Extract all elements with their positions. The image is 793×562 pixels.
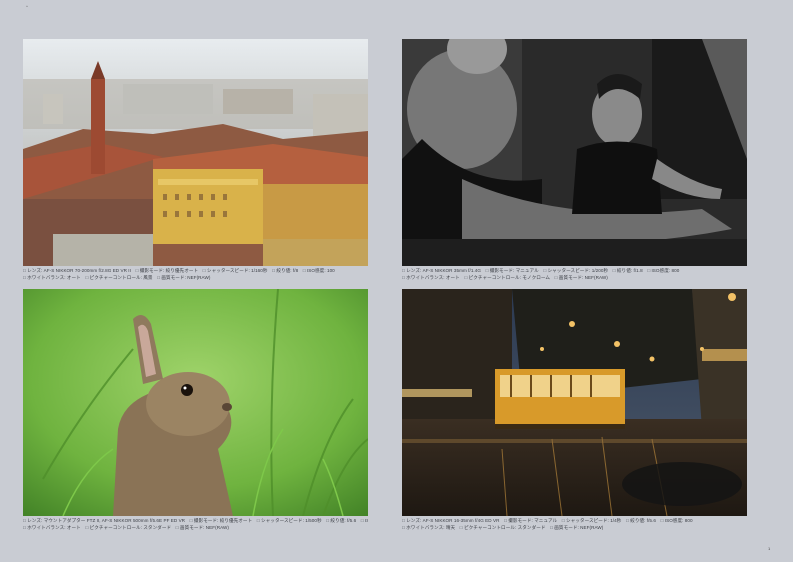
caption-photo-3: □ レンズ: マウントアダプター FTZ II, AF-S NIKKOR 500… [23,517,368,531]
caption-line: □ ホワイトバランス: 晴天 □ ピクチャーコントロール: スタンダード □ 画… [402,525,604,530]
photo-tram-night [402,289,747,516]
caption-line: □ ホワイトバランス: オート □ ピクチャーコントロール: 風景 □ 画質モー… [23,275,211,280]
caption-photo-2: □ レンズ: AF-S NIKKOR 35mm f/1.4G □ 撮影モード: … [402,267,747,281]
caption-photo-1: □ レンズ: AF-S NIKKOR 70-200mm f/2.8G ED VR… [23,267,368,281]
caption-line: □ レンズ: AF-S NIKKOR 35mm f/1.4G □ 撮影モード: … [402,268,680,273]
corner-mark: ^ [26,4,28,9]
photo-rabbit-grass [23,289,368,516]
page-number: 1 [768,546,771,551]
photo-dancers-monochrome [402,39,747,266]
caption-line: □ ホワイトバランス: オート □ ピクチャーコントロール: スタンダード □ … [23,525,230,530]
caption-line: □ レンズ: AF-S NIKKOR 16-35mm f/4G ED VR □ … [402,518,693,523]
caption-line: □ ホワイトバランス: オート □ ピクチャーコントロール: モノクローム □ … [402,275,608,280]
photo-city-rooftops [23,39,368,266]
caption-line: □ レンズ: AF-S NIKKOR 70-200mm f/2.8G ED VR… [23,268,335,273]
caption-line: □ レンズ: マウントアダプター FTZ II, AF-S NIKKOR 500… [23,518,368,523]
caption-photo-4: □ レンズ: AF-S NIKKOR 16-35mm f/4G ED VR □ … [402,517,747,531]
